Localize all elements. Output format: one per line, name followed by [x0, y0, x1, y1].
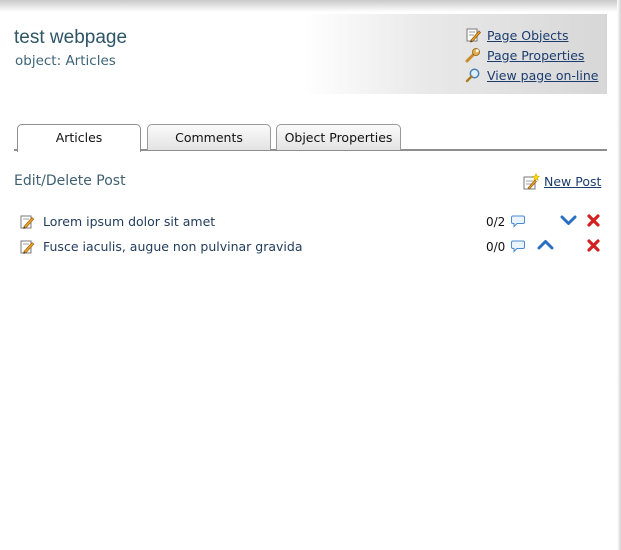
comment-count: 0/2 — [486, 215, 506, 229]
pencil-icon — [466, 28, 481, 43]
delete-icon[interactable] — [586, 213, 601, 228]
right-border — [617, 0, 621, 550]
tab-bar: Articles Comments Object Properties — [14, 124, 607, 152]
speech-bubble-icon[interactable] — [511, 240, 525, 253]
page-objects-link[interactable]: Page Objects — [465, 25, 598, 45]
post-row: Lorem ipsum dolor sit amet 0/2 — [20, 213, 605, 233]
tab-object-properties[interactable]: Object Properties — [276, 124, 401, 150]
top-shadow — [0, 0, 621, 12]
post-title[interactable]: Fusce iaculis, augue non pulvinar gravid… — [43, 239, 302, 254]
section-title: Edit/Delete Post — [14, 173, 126, 189]
magnifier-icon — [465, 68, 480, 83]
tab-comments[interactable]: Comments — [147, 124, 271, 150]
new-post-label: New Post — [544, 174, 602, 189]
object-label: object: Articles — [15, 53, 116, 69]
site-title: test webpage — [14, 27, 128, 48]
header-links: Page Objects Page Properties View page o… — [465, 25, 598, 85]
speech-bubble-icon[interactable] — [511, 215, 525, 228]
view-online-label: View page on-line — [487, 67, 599, 83]
page-properties-link[interactable]: Page Properties — [465, 45, 598, 65]
new-post-link[interactable]: New Post — [523, 173, 601, 190]
move-down-icon[interactable] — [560, 213, 577, 227]
post-title[interactable]: Lorem ipsum dolor sit amet — [43, 214, 215, 229]
comment-count: 0/0 — [486, 240, 506, 254]
delete-icon[interactable] — [586, 238, 601, 253]
page-properties-label: Page Properties — [487, 47, 585, 63]
edit-pencil-icon[interactable] — [20, 214, 35, 229]
new-document-icon — [523, 173, 540, 190]
move-up-icon[interactable] — [537, 238, 554, 252]
post-row: Fusce iaculis, augue non pulvinar gravid… — [20, 238, 605, 258]
tab-articles[interactable]: Articles — [17, 124, 141, 152]
edit-pencil-icon[interactable] — [20, 239, 35, 254]
wrench-icon — [465, 48, 480, 63]
page-objects-label: Page Objects — [487, 27, 569, 43]
view-online-link[interactable]: View page on-line — [465, 65, 598, 85]
